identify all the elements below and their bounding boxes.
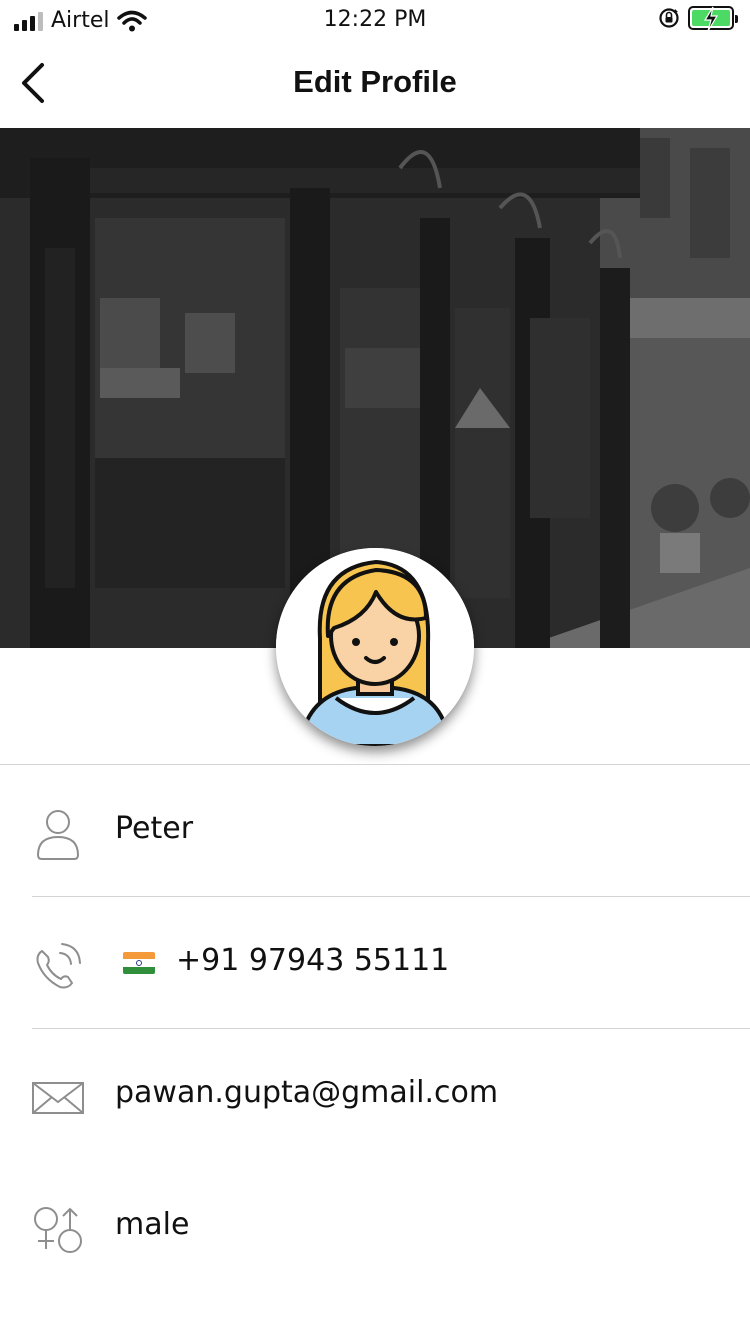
avatar-illustration <box>276 548 474 746</box>
name-field[interactable]: Peter <box>0 765 750 897</box>
status-right <box>658 6 738 32</box>
battery-icon <box>688 6 738 32</box>
rotation-lock-icon <box>659 8 679 28</box>
email-field[interactable]: pawan.gupta@gmail.com <box>0 1029 750 1161</box>
email-value: pawan.gupta@gmail.com <box>115 1075 499 1110</box>
gender-icon <box>34 1207 82 1253</box>
phone-value: +91 97943 55111 <box>176 943 450 978</box>
name-value: Peter <box>115 811 194 846</box>
status-bar: Airtel 12:22 PM <box>0 0 750 40</box>
gender-field[interactable]: male <box>0 1161 750 1293</box>
india-flag-icon[interactable] <box>123 952 155 974</box>
envelope-icon <box>32 1082 84 1114</box>
phone-field[interactable]: +91 97943 55111 <box>0 897 750 1029</box>
gender-value: male <box>115 1207 190 1242</box>
user-icon <box>36 810 80 860</box>
phone-call-icon <box>36 943 81 989</box>
profile-avatar[interactable] <box>276 548 474 746</box>
nav-bar: Edit Profile <box>0 40 750 128</box>
page-title: Edit Profile <box>293 64 457 99</box>
status-time: 12:22 PM <box>323 7 427 32</box>
